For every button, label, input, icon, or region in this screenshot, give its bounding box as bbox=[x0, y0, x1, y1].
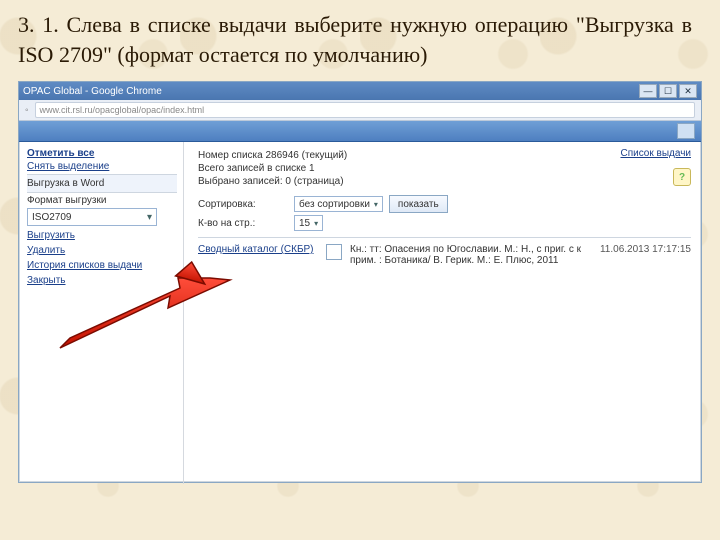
chevron-down-icon: ▾ bbox=[147, 212, 152, 223]
sidebar-history[interactable]: История списков выдачи bbox=[27, 258, 177, 273]
toolbar-icon[interactable] bbox=[677, 123, 695, 139]
sort-label: Сортировка: bbox=[198, 199, 288, 210]
browser-screenshot: OPAC Global - Google Chrome — ☐ ✕ ◦ www.… bbox=[18, 81, 702, 483]
window-close-button[interactable]: ✕ bbox=[679, 84, 697, 98]
window-minimize-button[interactable]: — bbox=[639, 84, 657, 98]
divider bbox=[198, 237, 691, 238]
help-icon[interactable]: ? bbox=[673, 168, 691, 186]
address-bar: ◦ www.cit.rsl.ru/opacglobal/opac/index.h… bbox=[19, 100, 701, 121]
content-area: Список выдачи ? Номер списка 286946 (тек… bbox=[184, 142, 701, 484]
chrome-titlebar: OPAC Global - Google Chrome — ☐ ✕ bbox=[19, 82, 701, 100]
format-select[interactable]: ISO2709 ▾ bbox=[27, 208, 157, 226]
selected-records: Выбрано записей: 0 (страница) bbox=[198, 176, 691, 187]
perpage-label: К-во на стр.: bbox=[198, 218, 288, 229]
globe-icon: ◦ bbox=[25, 105, 29, 116]
record-row: Сводный каталог (СКБР) Кн.: тт: Опасения… bbox=[198, 244, 691, 266]
instruction-text: 3. 1. Слева в списке выдачи выберите нуж… bbox=[0, 0, 720, 75]
sidebar-mark-all[interactable]: Отметить все bbox=[27, 148, 177, 159]
sidebar-export-word[interactable]: Выгрузка в Word bbox=[27, 174, 177, 193]
sidebar: Отметить все Снять выделение Выгрузка в … bbox=[19, 142, 184, 484]
sidebar-unmark[interactable]: Снять выделение bbox=[27, 159, 177, 174]
list-output-link[interactable]: Список выдачи bbox=[620, 148, 691, 159]
window-title: OPAC Global - Google Chrome bbox=[23, 86, 162, 97]
list-number: Номер списка 286946 (текущий) bbox=[198, 150, 691, 161]
chevron-down-icon: ▾ bbox=[314, 219, 318, 228]
sort-value: без сортировки bbox=[299, 199, 370, 210]
show-button[interactable]: показать bbox=[389, 195, 448, 213]
app-toolbar bbox=[19, 121, 701, 142]
window-maximize-button[interactable]: ☐ bbox=[659, 84, 677, 98]
sidebar-hide[interactable]: Закрыть bbox=[27, 273, 177, 288]
chevron-down-icon: ▾ bbox=[374, 200, 378, 209]
record-date: 11.06.2013 17:17:15 bbox=[600, 244, 691, 266]
record-checkbox[interactable] bbox=[326, 244, 342, 260]
catalog-link[interactable]: Сводный каталог (СКБР) bbox=[198, 244, 318, 266]
url-field[interactable]: www.cit.rsl.ru/opacglobal/opac/index.htm… bbox=[35, 102, 695, 118]
sidebar-export-button[interactable]: Выгрузить bbox=[27, 228, 177, 243]
format-label: Формат выгрузки bbox=[27, 195, 177, 206]
sidebar-delete[interactable]: Удалить bbox=[27, 243, 177, 258]
format-value: ISO2709 bbox=[32, 212, 71, 223]
sort-select[interactable]: без сортировки ▾ bbox=[294, 196, 383, 212]
perpage-select[interactable]: 15 ▾ bbox=[294, 215, 323, 231]
record-text: Кн.: тт: Опасения по Югославии. М.: Н., … bbox=[350, 244, 592, 266]
total-records: Всего записей в списке 1 bbox=[198, 163, 691, 174]
perpage-value: 15 bbox=[299, 218, 310, 229]
